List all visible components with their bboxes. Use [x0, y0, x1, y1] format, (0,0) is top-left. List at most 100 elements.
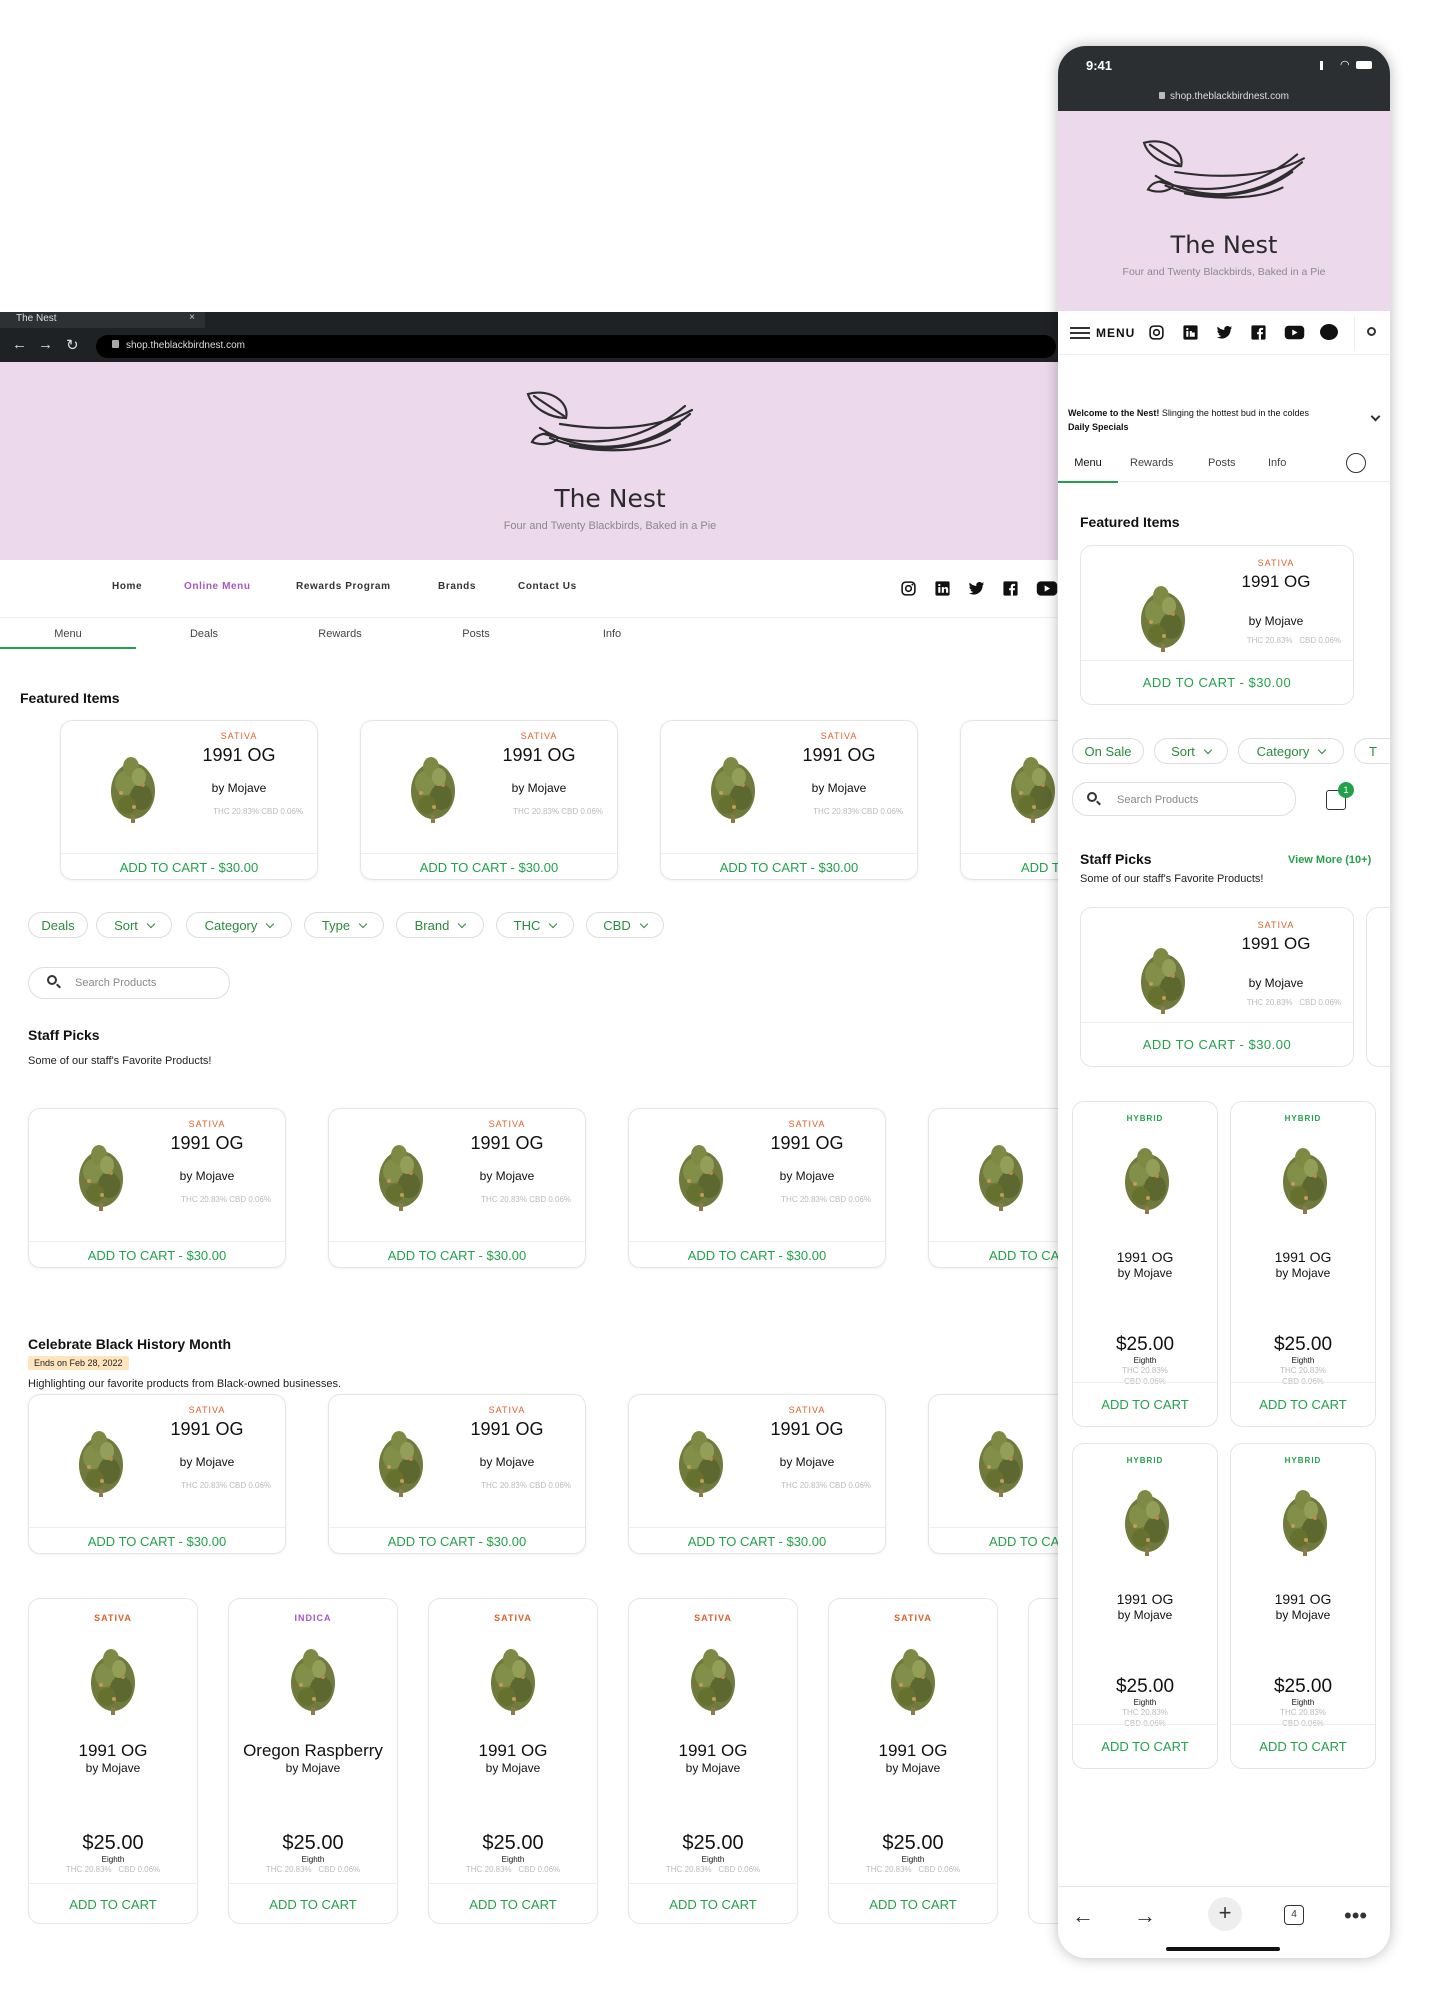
product-card[interactable]: ADD TO CA — [928, 1108, 1060, 1268]
menu-label[interactable]: MENU — [1096, 326, 1135, 340]
tab-posts[interactable]: Posts — [1208, 457, 1236, 469]
tab-menu[interactable]: Menu — [1058, 457, 1118, 483]
filter-brand[interactable]: Brand — [396, 912, 484, 938]
filter-thc[interactable]: THC — [496, 912, 574, 938]
add-to-cart-button[interactable]: ADD T — [961, 853, 1060, 879]
product-card[interactable]: SATIVA 1991 OG by Mojave $25.00 Eighth T… — [828, 1598, 998, 1924]
filter-cbd[interactable]: CBD — [586, 912, 664, 938]
instagram-icon[interactable] — [1148, 324, 1165, 341]
twitter-icon[interactable] — [1216, 324, 1233, 341]
add-to-cart-button[interactable]: ADD TO CART — [829, 1883, 997, 1923]
add-to-cart-button[interactable]: ADD TO CART - $30.00 — [1081, 660, 1353, 704]
product-card[interactable]: SATIVA 1991 OG by Mojave THC 20.83% CBD … — [660, 720, 918, 880]
more-icon[interactable]: ••• — [1344, 1903, 1367, 1929]
product-card[interactable]: SATIVA 1991 OG by Mojave $25.00 Eighth T… — [28, 1598, 198, 1924]
add-to-cart-button[interactable]: ADD TO CART - $30.00 — [29, 1241, 285, 1267]
linkedin-icon[interactable] — [934, 580, 951, 597]
add-to-cart-button[interactable]: ADD TO CART - $30.00 — [629, 1527, 885, 1553]
product-card[interactable]: HYBRID 1991 OG by Mojave $25.00 Eighth T… — [1072, 1101, 1218, 1427]
twitter-icon[interactable] — [968, 580, 985, 597]
nav-rewards-program[interactable]: Rewards Program — [296, 581, 391, 592]
instagram-icon[interactable] — [900, 580, 917, 597]
facebook-icon[interactable] — [1002, 580, 1019, 597]
account-icon[interactable] — [1346, 453, 1366, 473]
filter-type[interactable]: Type — [304, 912, 384, 938]
add-to-cart-button[interactable]: ADD TO CART - $30.00 — [329, 1527, 585, 1553]
product-card[interactable]: SATIVA 1991 OG by Mojave THC 20.83% CBD … — [1080, 907, 1354, 1067]
tab-info[interactable]: Info — [1268, 457, 1286, 469]
filter-on-sale[interactable]: On Sale — [1072, 738, 1144, 764]
hamburger-icon[interactable] — [1070, 327, 1090, 339]
chat-icon[interactable] — [1320, 324, 1338, 340]
product-card[interactable]: SATIVA 1991 OG by Mojave THC 20.83% CBD … — [1080, 545, 1354, 705]
product-card[interactable]: HYBRID 1991 OG by Mojave $25.00 Eighth T… — [1072, 1443, 1218, 1769]
product-card[interactable]: SATIVA 1991 OG by Mojave THC 20.83% CBD … — [628, 1394, 886, 1554]
add-to-cart-button[interactable]: ADD TO CART — [1231, 1382, 1375, 1426]
tab-rewards[interactable]: Rewards — [272, 628, 408, 640]
back-icon[interactable]: ← — [12, 336, 27, 353]
filter-category[interactable]: Category — [1238, 738, 1344, 764]
nav-contact-us[interactable]: Contact Us — [518, 581, 577, 592]
product-card[interactable]: ADD T — [960, 720, 1060, 880]
reload-icon[interactable]: ↻ — [66, 336, 79, 354]
view-more-link[interactable]: View More (10+) — [1288, 854, 1371, 866]
chevron-down-icon[interactable] — [1370, 411, 1381, 422]
tab-rewards[interactable]: Rewards — [1130, 457, 1173, 469]
product-card[interactable] — [1028, 1598, 1060, 1924]
product-card[interactable]: SATIVA 1991 OG by Mojave $25.00 Eighth T… — [428, 1598, 598, 1924]
filter-sort[interactable]: Sort — [1154, 738, 1228, 764]
add-to-cart-button[interactable]: ADD TO CART — [29, 1883, 197, 1923]
filter-deals[interactable]: Deals — [28, 912, 88, 938]
product-card[interactable]: SATIVA 1991 OG by Mojave $25.00 Eighth T… — [628, 1598, 798, 1924]
add-to-cart-button[interactable]: ADD TO CA — [929, 1527, 1060, 1553]
add-to-cart-button[interactable]: ADD TO CART — [1231, 1724, 1375, 1768]
add-to-cart-button[interactable]: ADD TO CART — [229, 1883, 397, 1923]
new-tab-icon[interactable]: + — [1208, 1897, 1242, 1931]
add-to-cart-button[interactable]: ADD TO CART - $30.00 — [29, 1527, 285, 1553]
add-to-cart-button[interactable]: ADD TO CA — [929, 1241, 1060, 1267]
add-to-cart-button[interactable]: ADD TO CART — [1073, 1382, 1217, 1426]
add-to-cart-button[interactable]: ADD TO CART - $30.00 — [361, 853, 617, 879]
welcome-banner[interactable]: Welcome to the Nest! Slinging the hottes… — [1068, 406, 1368, 434]
tabs-count-icon[interactable]: 4 — [1284, 1905, 1304, 1925]
add-to-cart-button[interactable]: ADD TO CART — [429, 1883, 597, 1923]
mobile-url[interactable]: shop.theblackbirdnest.com — [1058, 91, 1390, 102]
search-button[interactable] — [1354, 315, 1390, 351]
add-to-cart-button[interactable]: ADD TO CART — [629, 1883, 797, 1923]
product-card[interactable]: SATIVA 1991 OG by Mojave THC 20.83% CBD … — [328, 1108, 586, 1268]
product-card[interactable]: INDICA Oregon Raspberry by Mojave $25.00… — [228, 1598, 398, 1924]
product-card[interactable]: SATIVA 1991 OG by Mojave THC 20.83% CBD … — [628, 1108, 886, 1268]
add-to-cart-button[interactable]: ADD TO CART - $30.00 — [329, 1241, 585, 1267]
product-card[interactable]: HYBRID 1991 OG by Mojave $25.00 Eighth T… — [1230, 1101, 1376, 1427]
filter-type[interactable]: T — [1354, 738, 1390, 764]
add-to-cart-button[interactable]: ADD TO CART - $30.00 — [61, 853, 317, 879]
product-card[interactable]: SATIVA 1991 OG by Mojave THC 20.83% CBD … — [60, 720, 318, 880]
product-card[interactable]: ADD TO CA — [928, 1394, 1060, 1554]
forward-icon[interactable]: → — [1134, 1903, 1156, 1929]
tab-deals[interactable]: Deals — [136, 628, 272, 640]
address-bar[interactable]: shop.theblackbirdnest.com — [96, 335, 1056, 358]
product-card[interactable]: SATIVA 1991 OG by Mojave THC 20.83% CBD … — [28, 1394, 286, 1554]
tab-close-icon[interactable]: × — [189, 312, 195, 323]
linkedin-icon[interactable] — [1182, 324, 1199, 341]
back-icon[interactable]: ← — [1072, 1903, 1094, 1929]
search-input[interactable]: Search Products — [1072, 782, 1296, 816]
tab-posts[interactable]: Posts — [408, 628, 544, 640]
add-to-cart-button[interactable]: ADD TO CART — [1073, 1724, 1217, 1768]
nav-brands[interactable]: Brands — [438, 581, 476, 592]
filter-sort[interactable]: Sort — [96, 912, 172, 938]
nav-online-menu[interactable]: Online Menu — [184, 581, 251, 592]
product-card[interactable]: SATIVA 1991 OG by Mojave THC 20.83% CBD … — [28, 1108, 286, 1268]
nav-home[interactable]: Home — [112, 581, 142, 592]
search-input[interactable]: Search Products — [28, 967, 230, 999]
youtube-icon[interactable] — [1036, 580, 1058, 597]
product-card-peek[interactable] — [1366, 907, 1390, 1067]
tab-info[interactable]: Info — [544, 628, 680, 640]
browser-tab[interactable]: The Nest × — [0, 312, 205, 328]
filter-category[interactable]: Category — [186, 912, 292, 938]
youtube-icon[interactable] — [1284, 325, 1305, 340]
add-to-cart-button[interactable]: ADD TO CART - $30.00 — [629, 1241, 885, 1267]
product-card[interactable]: HYBRID 1991 OG by Mojave $25.00 Eighth T… — [1230, 1443, 1376, 1769]
forward-icon[interactable]: → — [38, 336, 53, 353]
product-card[interactable]: SATIVA 1991 OG by Mojave THC 20.83% CBD … — [328, 1394, 586, 1554]
